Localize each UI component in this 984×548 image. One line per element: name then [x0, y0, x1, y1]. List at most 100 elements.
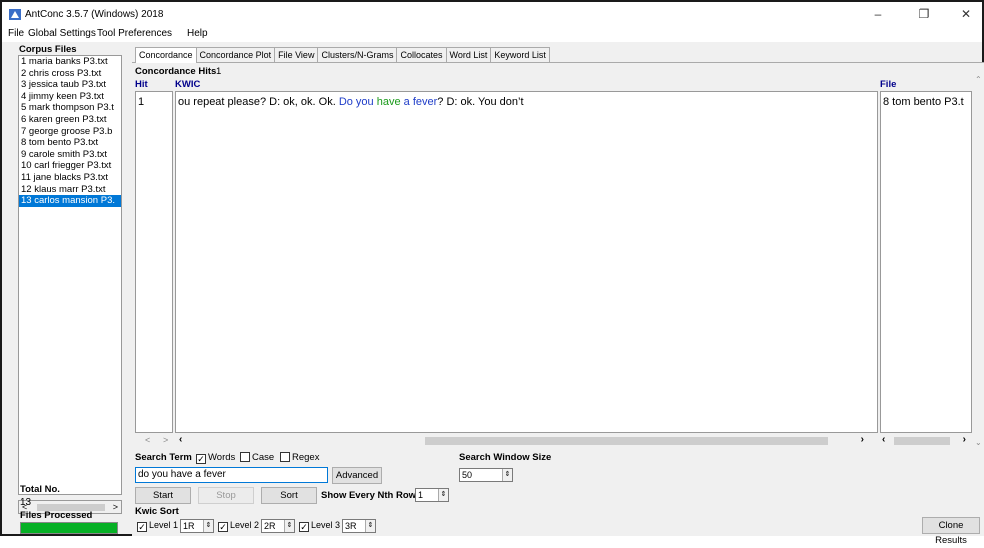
tab-collocates[interactable]: Collocates	[396, 47, 447, 62]
file-name-cell[interactable]: 8 tom bento P3.t	[883, 96, 964, 108]
level2-label: Level 2	[230, 520, 260, 530]
show-every-nth-row-label: Show Every Nth Row	[321, 490, 417, 501]
col-header-file[interactable]: File	[880, 79, 896, 90]
app-window: AntConc 3.5.7 (Windows) 2018 – ❐ ✕ File …	[0, 0, 984, 546]
case-option[interactable]: Case	[238, 452, 274, 463]
corpus-panel: Corpus Files 1 maria banks P3.txt 2 chris…	[2, 42, 126, 536]
tab-keyword-list[interactable]: Keyword List	[490, 47, 550, 62]
corpus-file-item[interactable]: 11 jane blacks P3.txt	[19, 172, 121, 184]
level1-label: Level 1	[149, 520, 179, 530]
menu-tool-preferences[interactable]: Tool Preferences	[97, 28, 172, 39]
col-header-kwic[interactable]: KWIC	[175, 79, 200, 90]
spinner-arrows-icon[interactable]: ⇕	[203, 520, 213, 532]
sort-level-2[interactable]: ✓ Level 2	[216, 520, 259, 532]
start-button[interactable]: Start	[135, 487, 191, 504]
nth-row-value: 1	[418, 490, 424, 500]
scroll-right-icon[interactable]: ›	[861, 434, 864, 445]
scroll-up-icon[interactable]: ⌃	[975, 75, 982, 84]
level3-label: Level 3	[311, 520, 341, 530]
corpus-file-item[interactable]: 1 maria banks P3.txt	[19, 56, 121, 68]
close-button[interactable]: ✕	[948, 4, 984, 24]
level3-checkbox[interactable]: ✓	[299, 522, 309, 532]
tab-concordance[interactable]: Concordance	[135, 47, 197, 63]
corpus-file-item[interactable]: 6 karen green P3.txt	[19, 114, 121, 126]
kwic-keyword-part1: Do you	[338, 96, 374, 108]
file-hscrollbar[interactable]: ‹ ›	[880, 434, 972, 447]
kwic-column[interactable]: ou repeat please? D: ok, ok. Ok. Do you …	[175, 91, 878, 433]
scroll-right-icon[interactable]: ›	[963, 434, 966, 445]
scroll-left-icon[interactable]: ‹	[179, 434, 182, 445]
level1-value: 1R	[183, 521, 195, 531]
corpus-file-item[interactable]: 13 carlos mansion P3.	[19, 195, 121, 207]
menu-global-settings[interactable]: Global Settings	[28, 28, 96, 39]
corpus-file-item[interactable]: 12 klaus marr P3.txt	[19, 184, 121, 196]
file-column[interactable]: 8 tom bento P3.t	[880, 91, 972, 433]
kwic-line[interactable]: ou repeat please? D: ok, ok. Ok. Do you …	[178, 96, 524, 108]
corpus-file-item[interactable]: 4 jimmy keen P3.txt	[19, 91, 121, 103]
corpus-file-item[interactable]: 9 carole smith P3.txt	[19, 149, 121, 161]
words-checkbox[interactable]: ✓	[196, 454, 206, 464]
search-input[interactable]: do you have a fever	[135, 467, 328, 483]
sort-button[interactable]: Sort	[261, 487, 317, 504]
window-title: AntConc 3.5.7 (Windows) 2018	[25, 9, 164, 20]
spinner-arrows-icon[interactable]: ⇕	[438, 489, 448, 501]
files-processed-progress	[20, 522, 118, 534]
search-window-size-value: 50	[462, 470, 473, 480]
corpus-file-item[interactable]: 8 tom bento P3.txt	[19, 137, 121, 149]
search-term-label: Search Term	[135, 452, 192, 463]
corpus-file-item[interactable]: 7 george groose P3.b	[19, 126, 121, 138]
scroll-down-icon[interactable]: ⌄	[975, 438, 982, 447]
corpus-file-item[interactable]: 10 carl friegger P3.txt	[19, 160, 121, 172]
tab-word-list[interactable]: Word List	[445, 47, 492, 62]
corpus-file-item[interactable]: 3 jessica taub P3.txt	[19, 79, 121, 91]
corpus-files-list[interactable]: 1 maria banks P3.txt 2 chris cross P3.txt…	[18, 55, 122, 495]
menu-help[interactable]: Help	[187, 28, 208, 39]
tool-tabs: Concordance Concordance Plot File View Clus…	[135, 47, 550, 63]
spinner-arrows-icon[interactable]: ⇕	[365, 520, 375, 532]
stop-button[interactable]: Stop	[198, 487, 254, 504]
regex-checkbox[interactable]	[280, 452, 290, 462]
scroll-right-icon[interactable]: >	[113, 501, 118, 513]
search-window-size-label: Search Window Size	[459, 452, 552, 463]
regex-option[interactable]: Regex	[278, 452, 319, 463]
scroll-thumb[interactable]	[425, 437, 828, 445]
title-bar: AntConc 3.5.7 (Windows) 2018 – ❐ ✕	[2, 2, 982, 26]
level1-spinner[interactable]: 1R ⇕	[180, 519, 214, 533]
hit-column[interactable]: 1	[135, 91, 173, 433]
concordance-vscrollbar[interactable]: ⌃ ⌄	[974, 75, 984, 447]
tab-concordance-plot[interactable]: Concordance Plot	[195, 47, 276, 62]
scroll-thumb[interactable]	[894, 437, 950, 445]
spinner-arrows-icon[interactable]: ⇕	[284, 520, 294, 532]
tab-clusters-n-grams[interactable]: Clusters/N-Grams	[317, 47, 398, 62]
scroll-left-icon[interactable]: <	[145, 435, 150, 445]
kwic-keyword-part2: have	[373, 96, 401, 108]
antconc-app-icon	[9, 9, 21, 20]
level1-checkbox[interactable]: ✓	[137, 522, 147, 532]
tab-file-view[interactable]: File View	[274, 47, 319, 62]
nth-row-spinner[interactable]: 1 ⇕	[415, 488, 449, 502]
total-no-value: 13	[20, 497, 32, 508]
minimize-button[interactable]: –	[860, 4, 896, 24]
corpus-file-item[interactable]: 2 chris cross P3.txt	[19, 68, 121, 80]
advanced-button[interactable]: Advanced	[332, 467, 382, 484]
level2-spinner[interactable]: 2R ⇕	[261, 519, 295, 533]
restore-button[interactable]: ❐	[906, 4, 942, 24]
col-header-hit[interactable]: Hit	[135, 79, 148, 90]
level3-spinner[interactable]: 3R ⇕	[342, 519, 376, 533]
scroll-right-icon[interactable]: >	[163, 435, 168, 445]
concordance-hits-label: Concordance Hits	[135, 66, 217, 77]
spinner-arrows-icon[interactable]: ⇕	[502, 469, 512, 481]
case-checkbox[interactable]	[240, 452, 250, 462]
search-window-size-spinner[interactable]: 50 ⇕	[459, 468, 513, 482]
scroll-left-icon[interactable]: ‹	[882, 434, 885, 445]
kwic-hscrollbar[interactable]: < > ‹ ›	[135, 434, 878, 447]
menu-file[interactable]: File	[8, 28, 24, 39]
clone-results-button[interactable]: Clone Results	[922, 517, 980, 546]
level2-checkbox[interactable]: ✓	[218, 522, 228, 532]
sort-level-1[interactable]: ✓ Level 1	[135, 520, 178, 532]
case-label: Case	[252, 452, 275, 463]
words-option[interactable]: ✓ Words	[194, 452, 235, 464]
sort-level-3[interactable]: ✓ Level 3	[297, 520, 340, 532]
corpus-file-item[interactable]: 5 mark thompson P3.t	[19, 102, 121, 114]
files-processed-label: Files Processed	[20, 510, 93, 521]
